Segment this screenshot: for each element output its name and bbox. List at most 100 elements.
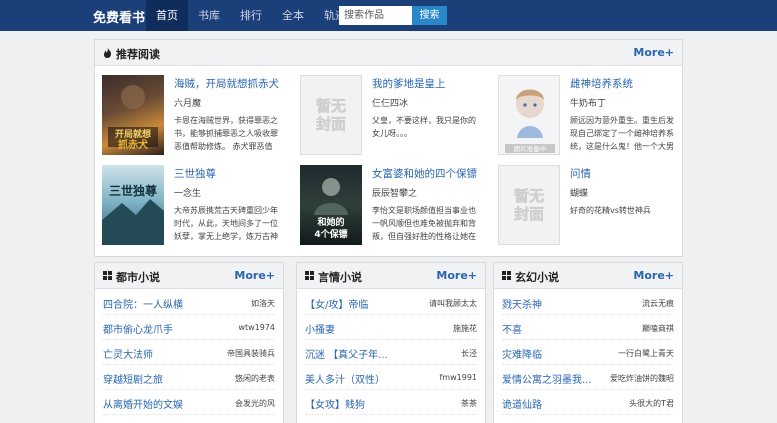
urban-more-link[interactable]: More+ bbox=[234, 269, 275, 282]
list-item[interactable]: 都市偷心龙爪手 wtw1974 bbox=[103, 315, 275, 340]
list-item[interactable]: 亡灵大法师 帝国具装骑兵 bbox=[103, 340, 275, 365]
list-item-title[interactable]: 灾难降临 bbox=[502, 346, 542, 361]
fantasy-more-link[interactable]: More+ bbox=[633, 269, 674, 282]
grid-icon bbox=[103, 271, 112, 283]
urban-title: 都市小说 bbox=[103, 269, 160, 285]
book-cover[interactable]: 三世独尊 bbox=[102, 165, 164, 245]
list-item[interactable]: 诡道仙路 头很大的T君 bbox=[502, 390, 674, 415]
recommend-title: 推荐阅读 bbox=[103, 46, 160, 62]
grid-icon bbox=[502, 271, 511, 283]
list-item-title[interactable]: 小搔妻 bbox=[305, 321, 335, 336]
book-author: 一念生 bbox=[174, 189, 202, 199]
book-desc: 大帝苏辰携荒古天碑重回少年时代，从此，天地间多了一位妖孽，掌无上绝学，炼万古神 bbox=[174, 206, 278, 241]
list-item-title[interactable]: 诡道仙路 bbox=[502, 396, 542, 411]
grid-icon bbox=[305, 271, 314, 283]
list-item-author: 爱吃炸油饼的魏昭 bbox=[610, 374, 674, 383]
book-title[interactable]: 海贼，开局就想抓赤犬 bbox=[174, 76, 279, 91]
list-item[interactable]: 美人多汁（双性） fmw1991 bbox=[305, 365, 477, 390]
list-item-title[interactable]: 戮天杀神 bbox=[502, 296, 542, 311]
fantasy-title-text: 玄幻小说 bbox=[515, 271, 559, 284]
book-title[interactable]: 雌神培养系统 bbox=[570, 76, 633, 91]
book-cover-placeholder[interactable]: 暂无 封面 bbox=[300, 75, 362, 155]
book-author: 仨仨四冰 bbox=[372, 99, 409, 109]
list-item-author: wtw1974 bbox=[238, 323, 275, 332]
list-item[interactable]: 小搔妻 施施花 bbox=[305, 315, 477, 340]
svg-text:抓赤犬: 抓赤犬 bbox=[118, 138, 149, 151]
list-item-author: 帝国具装骑兵 bbox=[227, 349, 275, 358]
list-item-author: 巅嗑商祺 bbox=[642, 324, 674, 333]
list-item[interactable]: 灾难降临 一行白鹭上青天 bbox=[502, 340, 674, 365]
flame-icon bbox=[103, 47, 112, 61]
book-desc: 李怡文是职场颜值担当事业也一帆风顺但也难免被抛弃和背叛，但自强好胜的性格让她在 bbox=[372, 206, 476, 241]
recommend-header: 推荐阅读 More+ bbox=[95, 40, 682, 66]
fantasy-novels-panel: 玄幻小说 More+ 戮天杀神 流云无痕 不喜 巅嗑商祺 灾难降临 一行白鹭上青天 爱… bbox=[493, 262, 683, 423]
list-item-title[interactable]: 都市偷心龙爪手 bbox=[103, 321, 173, 336]
list-item-author: 流云无痕 bbox=[642, 299, 674, 308]
search-input[interactable] bbox=[339, 6, 412, 25]
book-title[interactable]: 我的爹地是皇上 bbox=[372, 76, 446, 91]
book-cover-placeholder[interactable]: 暂无 封面 bbox=[498, 165, 560, 245]
list-item[interactable]: 不喜 巅嗑商祺 bbox=[502, 315, 674, 340]
book-author: 蝴蝶 bbox=[570, 189, 589, 199]
nav-library[interactable]: 书库 bbox=[188, 0, 230, 31]
book-card[interactable]: 暂无 封面 我的爹地是皇上 仨仨四冰 父皇，不要这样，我只是你的女儿呀。。。 bbox=[293, 67, 483, 157]
list-item-author: 如洛天 bbox=[251, 299, 275, 308]
romance-novels-panel: 言情小说 More+ 【女/攻】帝临 请叫我顾太太 小搔妻 施施花 沉迷 【真父子年… bbox=[296, 262, 486, 423]
list-item-author: fmw1991 bbox=[439, 373, 477, 382]
book-card[interactable]: 开局就想 抓赤犬 海贼，开局就想抓赤犬 六月魔 卡恩在海贼世界，获得罪恶之书，能… bbox=[95, 67, 285, 157]
list-item-title[interactable]: 不喜 bbox=[502, 321, 522, 336]
book-title[interactable]: 问情 bbox=[570, 166, 591, 181]
urban-novels-panel: 都市小说 More+ 四合院：一人纵横 如洛天 都市偷心龙爪手 wtw1974 亡灵… bbox=[94, 262, 284, 423]
book-card[interactable]: 和她的 4个保镖 女富婆和她的四个保镖 辰辰智攀之 李怡文是职场颜值担当事业也一… bbox=[293, 157, 483, 247]
romance-more-link[interactable]: More+ bbox=[436, 269, 477, 282]
list-item-title[interactable]: 亡灵大法师 bbox=[103, 346, 153, 361]
list-item-author: 悠闲的老表 bbox=[235, 374, 275, 383]
list-item-title[interactable]: 爱情公寓之羽墨我... bbox=[502, 371, 592, 386]
svg-text:和她的: 和她的 bbox=[316, 216, 344, 228]
nav-complete[interactable]: 全本 bbox=[272, 0, 314, 31]
nav-home[interactable]: 首页 bbox=[146, 0, 188, 31]
book-desc: 顾远因为意外重生。重生后发现自己绑定了一个雌神培养系统，这是什么鬼！他一个大男 bbox=[570, 116, 674, 151]
book-author: 辰辰智攀之 bbox=[372, 189, 418, 199]
book-cover[interactable]: 和她的 4个保镖 bbox=[300, 165, 362, 245]
list-item-author: 施施花 bbox=[453, 324, 477, 333]
book-desc: 好奇的花精vs转世神兵 bbox=[570, 206, 651, 215]
list-item[interactable]: 爱情公寓之羽墨我... 爱吃炸油饼的魏昭 bbox=[502, 365, 674, 390]
list-item-title[interactable]: 美人多汁（双性） bbox=[305, 371, 385, 386]
recommend-more-link[interactable]: More+ bbox=[633, 46, 674, 59]
list-item[interactable]: 【女/攻】帝临 请叫我顾太太 bbox=[305, 290, 477, 315]
book-card[interactable]: 暂无 封面 问情 蝴蝶 好奇的花精vs转世神兵 bbox=[491, 157, 681, 247]
recommend-title-text: 推荐阅读 bbox=[116, 48, 160, 61]
list-item-author: 会发光的风 bbox=[235, 399, 275, 408]
list-item-author: 茶茶 bbox=[461, 399, 477, 408]
list-item-title[interactable]: 四合院：一人纵横 bbox=[103, 296, 183, 311]
book-title[interactable]: 女富婆和她的四个保镖 bbox=[372, 166, 477, 181]
svg-text:开局就想: 开局就想 bbox=[115, 128, 151, 140]
svg-text:图片准备中: 图片准备中 bbox=[514, 144, 547, 153]
list-item[interactable]: 戮天杀神 流云无痕 bbox=[502, 290, 674, 315]
search-button[interactable]: 搜索 bbox=[412, 6, 447, 25]
list-item-title[interactable]: 【女攻】贱狗 bbox=[305, 396, 365, 411]
nav-ranking[interactable]: 排行 bbox=[230, 0, 272, 31]
list-item[interactable]: 【女攻】贱狗 茶茶 bbox=[305, 390, 477, 415]
book-cover[interactable]: 开局就想 抓赤犬 bbox=[102, 75, 164, 155]
romance-title: 言情小说 bbox=[305, 269, 362, 285]
book-title[interactable]: 三世独尊 bbox=[174, 166, 216, 181]
book-card[interactable]: 三世独尊 三世独尊 一念生 大帝苏辰携荒古天碑重回少年时代，从此，天地间多了一位… bbox=[95, 157, 285, 247]
list-item-author: 长泾 bbox=[461, 349, 477, 358]
list-item[interactable]: 沉迷 【真父子年... 长泾 bbox=[305, 340, 477, 365]
book-author: 六月魔 bbox=[174, 99, 202, 109]
list-item-title[interactable]: 沉迷 【真父子年... bbox=[305, 346, 388, 361]
list-item[interactable]: 穿越短剧之旅 悠闲的老表 bbox=[103, 365, 275, 390]
list-item[interactable]: 四合院：一人纵横 如洛天 bbox=[103, 290, 275, 315]
svg-text:4个保镖: 4个保镖 bbox=[314, 228, 347, 240]
list-item-title[interactable]: 【女/攻】帝临 bbox=[305, 296, 368, 311]
book-cover[interactable]: 图片准备中 bbox=[498, 75, 560, 155]
list-item-title[interactable]: 从离婚开始的文娱 bbox=[103, 396, 183, 411]
no-cover-text: 暂无 封面 bbox=[315, 97, 347, 134]
site-logo[interactable]: 免费看书 bbox=[93, 7, 145, 26]
list-item-title[interactable]: 穿越短剧之旅 bbox=[103, 371, 163, 386]
list-item-author: 一行白鹭上青天 bbox=[618, 349, 674, 358]
list-item[interactable]: 从离婚开始的文娱 会发光的风 bbox=[103, 390, 275, 415]
book-card[interactable]: 图片准备中 雌神培养系统 牛奶布丁 顾远因为意外重生。重生后发现自己绑定了一个雌… bbox=[491, 67, 681, 157]
